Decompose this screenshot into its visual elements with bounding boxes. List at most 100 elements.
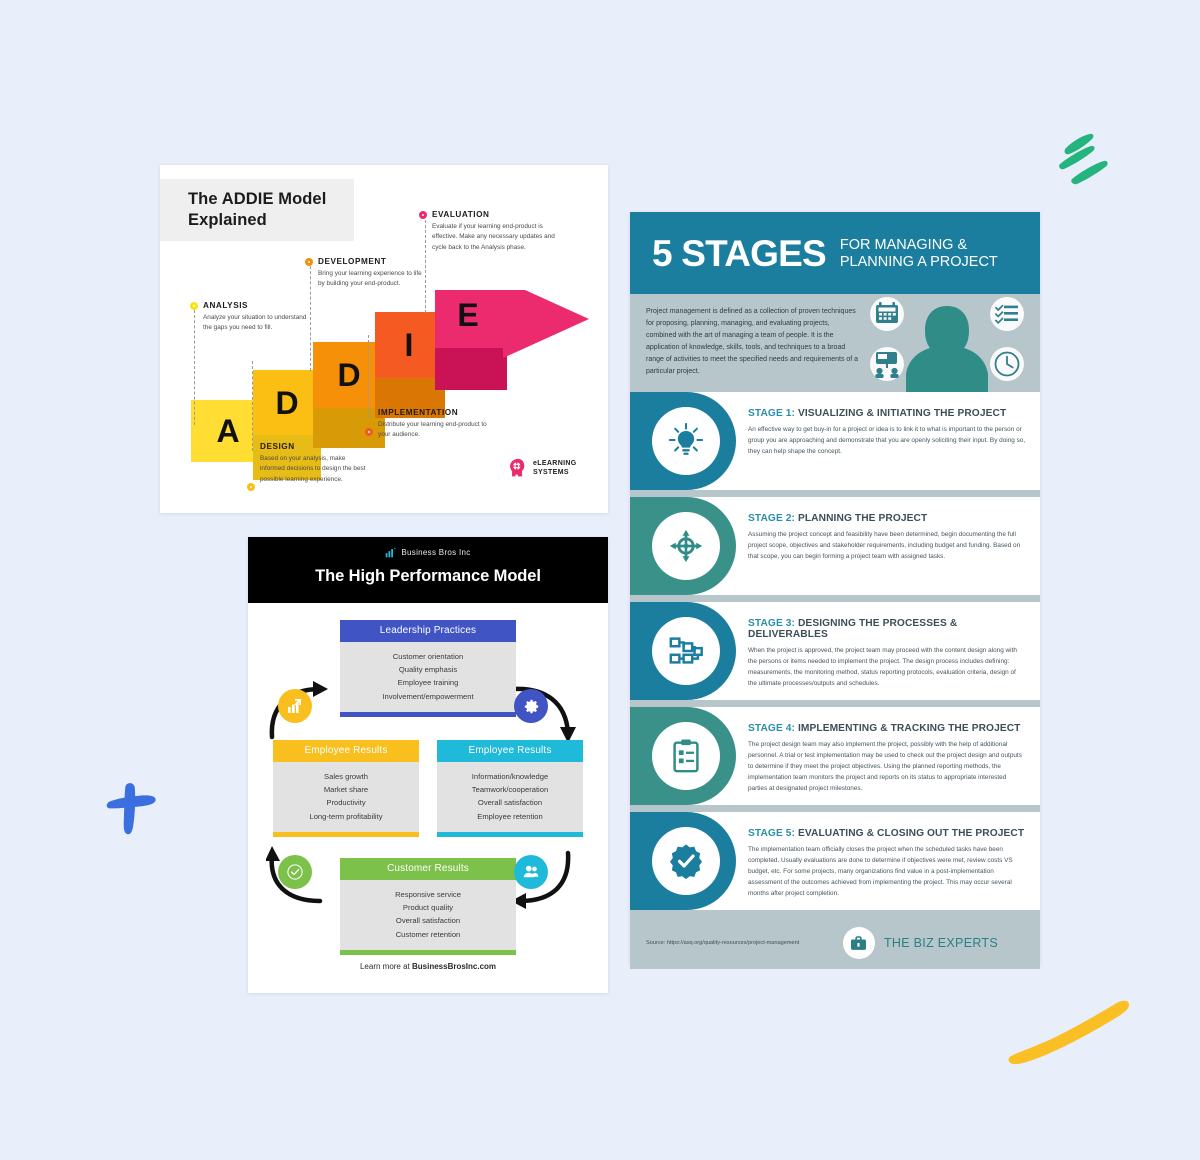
page-title: The High Performance Model xyxy=(315,567,541,585)
brand-name: THE BIZ EXPERTS xyxy=(883,936,998,950)
callout-body: Based on your analysis, make informed de… xyxy=(260,455,366,483)
callout-development[interactable]: DEVELOPMENT Bring your learning experien… xyxy=(305,257,428,290)
connector-implementation xyxy=(368,335,369,417)
stage-title: STAGE 1: VISUALIZING & INITIATING THE PR… xyxy=(748,408,1026,419)
box-footer-bar xyxy=(340,711,516,717)
elearning-logo-line2: SYSTEMS xyxy=(533,469,569,476)
addie-title-line1: The ADDIE Model xyxy=(188,189,327,208)
stage-text: STAGE 2: PLANNING THE PROJECT Assuming t… xyxy=(748,497,1040,562)
callout-implementation[interactable]: IMPLEMENTATION Distribute your learning … xyxy=(365,408,488,441)
stage-description: Assuming the project concept and feasibi… xyxy=(748,531,1021,561)
addie-title-line2: Explained xyxy=(188,211,267,229)
box-body: Customer orientation Quality emphasis Em… xyxy=(340,642,516,712)
stages-subtitle-line1: FOR MANAGING & xyxy=(839,237,968,254)
stages-header-subtitle: FOR MANAGING & PLANNING A PROJECT xyxy=(840,237,998,269)
box-customer-results[interactable]: Customer Results Responsive service Prod… xyxy=(340,858,516,955)
stage-icon-circle xyxy=(652,722,720,790)
stage-text: STAGE 5: EVALUATING & CLOSING OUT THE PR… xyxy=(748,812,1040,899)
stages-intro-text: Project management is defined as a colle… xyxy=(646,308,859,376)
stage-row-4[interactable]: STAGE 4: IMPLEMENTING & TRACKING THE PRO… xyxy=(630,707,1040,805)
yellow-brush-swoosh-icon xyxy=(1008,1000,1129,1065)
blue-brush-plus-icon xyxy=(106,783,156,835)
stage-title: STAGE 2: PLANNING THE PROJECT xyxy=(748,513,1026,524)
callout-dot-development xyxy=(305,258,313,266)
briefcase-icon xyxy=(842,927,875,959)
stage-row-2[interactable]: STAGE 2: PLANNING THE PROJECT Assuming t… xyxy=(630,497,1040,595)
svg-text:D: D xyxy=(275,385,298,421)
stage-text: STAGE 3: DESIGNING THE PROCESSES & DELIV… xyxy=(748,602,1040,689)
check-circle-icon xyxy=(278,855,312,889)
source-text: Source: https://asq.org/quality-resource… xyxy=(646,940,800,946)
callout-dot-implementation xyxy=(365,428,373,436)
stage-number: STAGE 5: xyxy=(748,828,796,839)
box-footer-bar xyxy=(273,831,419,837)
stage-description: When the project is approved, the projec… xyxy=(748,647,1017,688)
callout-title: DESIGN xyxy=(260,442,295,451)
stages-subtitle-line2: PLANNING A PROJECT xyxy=(839,253,998,270)
green-brush-strokes-icon xyxy=(1059,133,1108,185)
stage-row-5[interactable]: STAGE 5: EVALUATING & CLOSING OUT THE PR… xyxy=(630,812,1040,910)
box-heading: Leadership Practices xyxy=(340,620,516,642)
callout-dot-evaluation xyxy=(419,211,427,219)
stage-row-1[interactable]: STAGE 1: VISUALIZING & INITIATING THE PR… xyxy=(630,392,1040,490)
callout-body: Evaluate if your learning end-product is… xyxy=(432,223,555,251)
head-gear-icon xyxy=(510,458,525,477)
stage-text: STAGE 4: IMPLEMENTING & TRACKING THE PRO… xyxy=(748,707,1040,794)
stage-name: PLANNING THE PROJECT xyxy=(797,513,928,524)
callout-analysis[interactable]: ANALYSIS Analyze your situation to under… xyxy=(190,301,313,334)
callout-evaluation[interactable]: EVALUATION Evaluate if your learning end… xyxy=(419,210,560,253)
hpm-footer[interactable]: Learn more at BusinessBrosInc.com xyxy=(248,962,608,971)
five-stages-poster[interactable]: 5 STAGES FOR MANAGING & PLANNING A PROJE… xyxy=(630,212,1040,969)
stage-title: STAGE 4: IMPLEMENTING & TRACKING THE PRO… xyxy=(748,723,1026,734)
box-employee-results-left[interactable]: Employee Results Sales growth Market sha… xyxy=(273,740,419,837)
list-item: Involvement/empowerment xyxy=(382,691,474,701)
high-performance-model-poster[interactable]: Business Bros Inc The High Performance M… xyxy=(248,537,608,993)
hpm-footer-prefix: Learn more at xyxy=(359,962,412,971)
addie-model-poster[interactable]: The ADDIE Model Explained A D D I E ANAL… xyxy=(160,165,608,513)
hpm-footer-link[interactable]: BusinessBrosInc.com xyxy=(412,962,496,971)
stage-row-3[interactable]: STAGE 3: DESIGNING THE PROCESSES & DELIV… xyxy=(630,602,1040,700)
box-leadership-practices[interactable]: Leadership Practices Customer orientatio… xyxy=(340,620,516,717)
stage-description: The implementation team officially close… xyxy=(748,846,1013,898)
box-body: Sales growth Market share Productivity L… xyxy=(273,762,419,832)
elearning-systems-logo[interactable]: eLEARNING SYSTEMS xyxy=(508,458,577,478)
list-item: Teamwork/cooperation xyxy=(471,785,549,795)
stage-icon-circle xyxy=(652,512,720,580)
brand-name: Business Bros Inc xyxy=(401,548,471,557)
page-title: The ADDIE Model Explained xyxy=(188,189,326,231)
callout-body: Analyze your situation to understand the… xyxy=(203,314,307,332)
svg-text:E: E xyxy=(457,297,478,333)
stages-footer: Source: https://asq.org/quality-resource… xyxy=(630,917,1040,969)
stages-header: 5 STAGES FOR MANAGING & PLANNING A PROJE… xyxy=(630,212,1040,294)
list-item: Productivity xyxy=(326,798,366,808)
connector-design xyxy=(252,361,253,451)
list-item: Customer retention xyxy=(395,929,461,939)
list-item: Quality emphasis xyxy=(398,665,458,675)
elearning-logo-text: eLEARNING SYSTEMS xyxy=(533,459,577,478)
stage-title: STAGE 5: EVALUATING & CLOSING OUT THE PR… xyxy=(748,828,1026,839)
box-body: Responsive service Product quality Overa… xyxy=(340,880,516,950)
callout-design[interactable]: DESIGN Based on your analysis, make info… xyxy=(247,442,370,491)
chart-growth-icon xyxy=(278,689,312,723)
stage-name: EVALUATING & CLOSING OUT THE PROJECT xyxy=(797,828,1025,839)
lightbulb-icon xyxy=(668,422,704,455)
list-item: Employee retention xyxy=(477,811,543,821)
list-item: Responsive service xyxy=(395,890,461,899)
flowchart-icon xyxy=(669,637,703,664)
list-item: Employee training xyxy=(397,678,459,688)
stage-number: STAGE 1: xyxy=(748,408,796,419)
stages-header-number: 5 STAGES xyxy=(652,232,827,274)
business-bros-brand[interactable]: Business Bros Inc xyxy=(248,547,608,558)
elearning-logo-line1: eLEARNING xyxy=(533,459,577,467)
box-employee-results-right[interactable]: Employee Results Information/knowledge T… xyxy=(437,740,583,837)
stage-text: STAGE 1: VISUALIZING & INITIATING THE PR… xyxy=(748,392,1040,457)
bar-chart-icon xyxy=(386,547,396,558)
stage-icon-circle xyxy=(652,827,720,895)
clipboard-icon xyxy=(673,739,699,773)
biz-experts-brand[interactable]: THE BIZ EXPERTS xyxy=(842,927,998,959)
stage-name: VISUALIZING & INITIATING THE PROJECT xyxy=(797,408,1007,419)
stage-icon-circle xyxy=(652,407,720,475)
callout-title: ANALYSIS xyxy=(203,301,249,310)
list-item: Product quality xyxy=(402,903,454,913)
box-heading: Employee Results xyxy=(437,740,583,762)
